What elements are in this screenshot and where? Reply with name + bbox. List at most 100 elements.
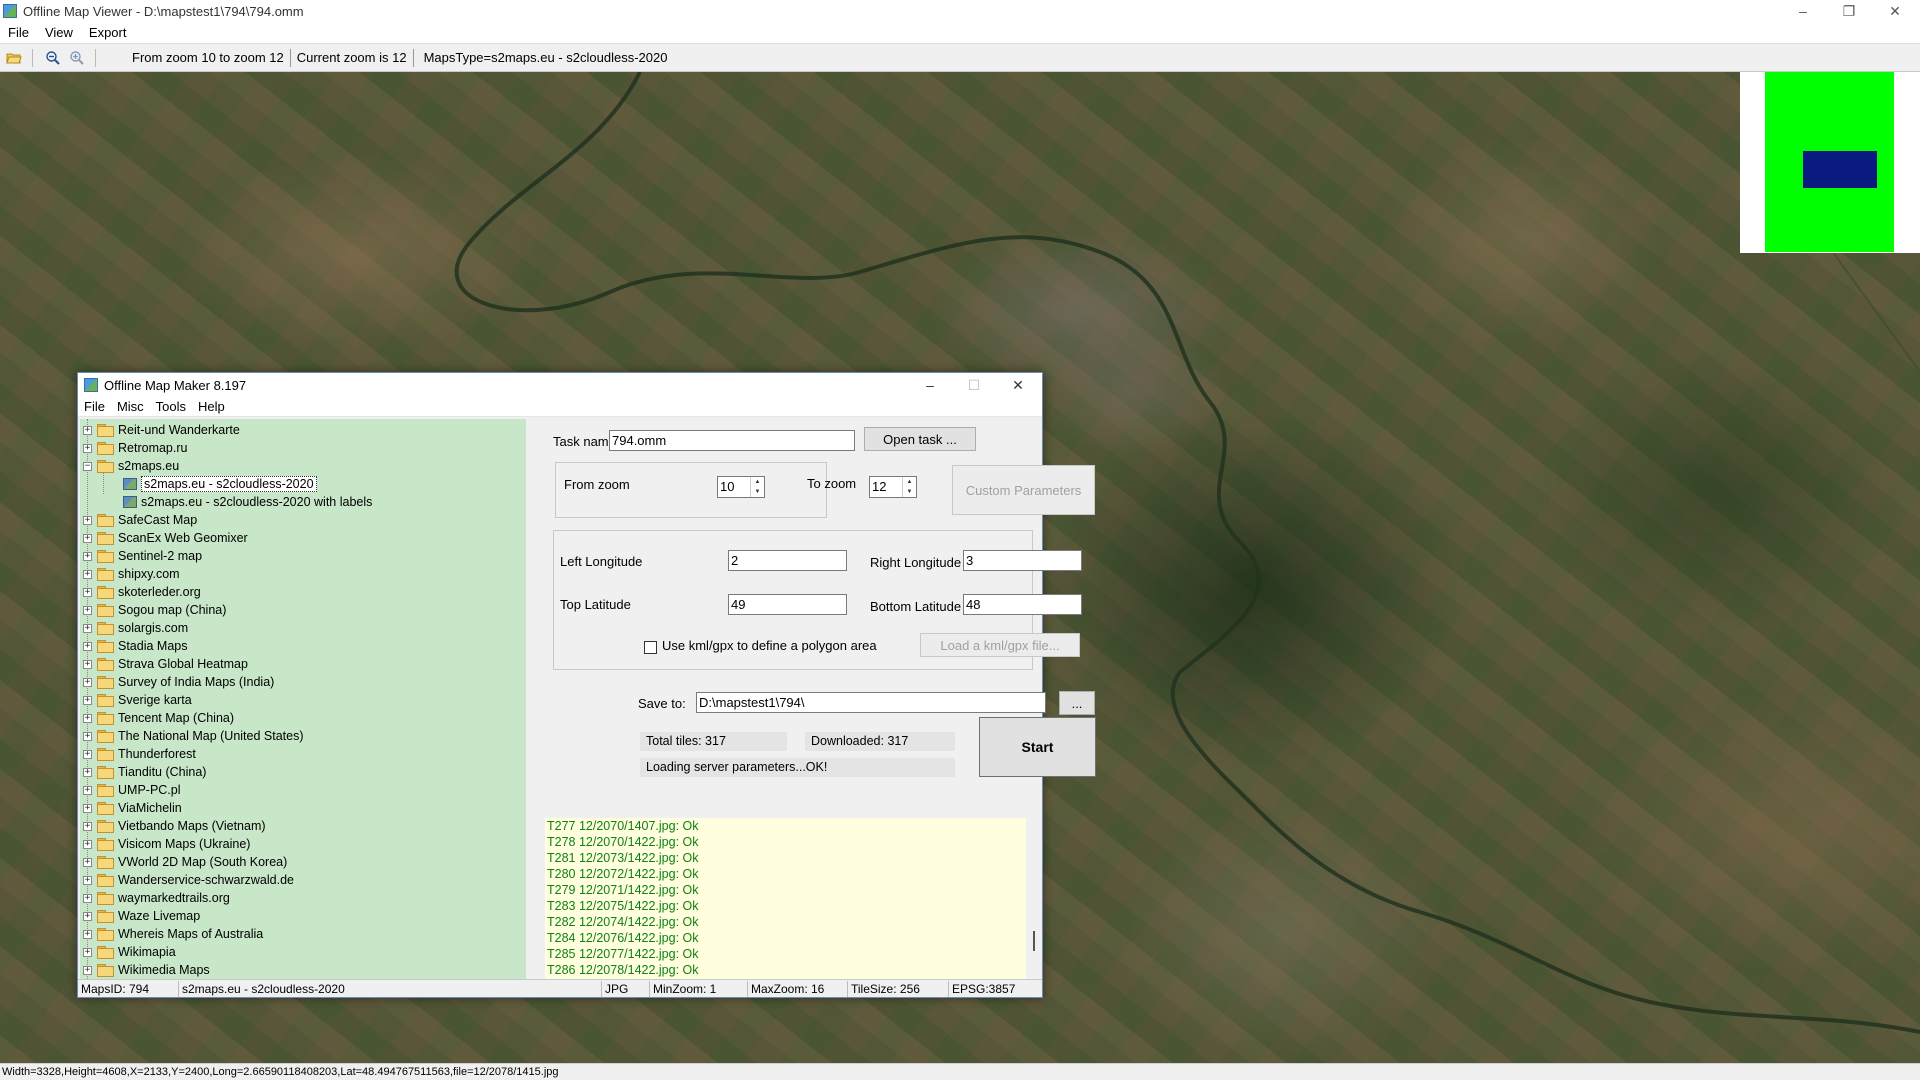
use-kml-checkbox[interactable]	[644, 641, 657, 654]
log-scrollbar[interactable]	[1026, 818, 1042, 979]
task-name-input[interactable]: 794.omm	[609, 430, 855, 451]
tree-item[interactable]: + Visicom Maps (Ukraine)	[83, 835, 250, 853]
expand-icon[interactable]: +	[83, 623, 92, 633]
tree-scrollbar[interactable]	[526, 419, 544, 979]
expand-icon[interactable]: +	[83, 947, 92, 957]
minimap-viewport[interactable]	[1803, 151, 1877, 188]
tree-item[interactable]: + Survey of India Maps (India)	[83, 673, 274, 691]
tree-item[interactable]: + Retromap.ru	[83, 439, 187, 457]
tree-item[interactable]: + SafeCast Map	[83, 511, 197, 529]
start-button[interactable]: Start	[979, 717, 1096, 777]
tree-item[interactable]: + Reit-und Wanderkarte	[83, 421, 240, 439]
expand-icon[interactable]: +	[83, 605, 92, 615]
spin-down-icon[interactable]: ▼	[751, 487, 764, 497]
tree-item[interactable]: + ViaMichelin	[83, 799, 182, 817]
expand-icon[interactable]: +	[83, 965, 92, 975]
tree-item[interactable]: + Whereis Maps of Australia	[83, 925, 263, 943]
left-longitude-input[interactable]: 2	[728, 550, 847, 571]
expand-icon[interactable]: +	[83, 875, 92, 885]
minimize-button[interactable]: –	[908, 373, 952, 397]
menu-file[interactable]: File	[78, 399, 111, 414]
expand-icon[interactable]: +	[83, 569, 92, 579]
menu-export[interactable]: Export	[81, 25, 135, 40]
tree-item[interactable]: + Wikimapia	[83, 943, 176, 961]
expand-icon[interactable]: +	[83, 587, 92, 597]
expand-icon[interactable]: +	[83, 803, 92, 813]
expand-icon[interactable]: +	[83, 443, 92, 453]
expand-icon[interactable]: +	[83, 785, 92, 795]
tree-item[interactable]: + VWorld 2D Map (South Korea)	[83, 853, 287, 871]
collapse-icon[interactable]: −	[83, 461, 92, 471]
expand-icon[interactable]: +	[83, 857, 92, 867]
tree-item[interactable]: + Waze Livemap	[83, 907, 200, 925]
open-folder-icon[interactable]	[4, 48, 24, 68]
tree-item[interactable]: + Vietbando Maps (Vietnam)	[83, 817, 266, 835]
expand-icon[interactable]: +	[83, 551, 92, 561]
open-task-button[interactable]: Open task ...	[864, 427, 976, 451]
expand-icon[interactable]: +	[83, 731, 92, 741]
expand-icon[interactable]: +	[83, 839, 92, 849]
restore-button[interactable]: ❐	[1826, 0, 1872, 22]
log-scrollbar-thumb[interactable]	[1033, 931, 1035, 951]
expand-icon[interactable]: +	[83, 695, 92, 705]
tree-item[interactable]: + Sverige karta	[83, 691, 192, 709]
spin-up-icon[interactable]: ▲	[751, 477, 764, 487]
menu-view[interactable]: View	[37, 25, 81, 40]
spin-buttons[interactable]: ▲ ▼	[902, 477, 916, 497]
tree-item[interactable]: + ScanEx Web Geomixer	[83, 529, 248, 547]
tree-item[interactable]: + UMP-PC.pl	[83, 781, 181, 799]
tree-item[interactable]: s2maps.eu - s2cloudless-2020 with labels	[123, 493, 372, 511]
spin-down-icon[interactable]: ▼	[903, 487, 916, 497]
zoom-in-icon[interactable]	[67, 48, 87, 68]
tree-item[interactable]: s2maps.eu - s2cloudless-2020	[123, 475, 317, 493]
tree-item[interactable]: + Sentinel-2 map	[83, 547, 202, 565]
expand-icon[interactable]: +	[83, 533, 92, 543]
expand-icon[interactable]: +	[83, 515, 92, 525]
menu-file[interactable]: File	[0, 25, 37, 40]
custom-parameters-button[interactable]: Custom Parameters	[952, 465, 1095, 515]
expand-icon[interactable]: +	[83, 677, 92, 687]
browse-button[interactable]: ...	[1059, 691, 1095, 715]
save-to-input[interactable]: D:\mapstest1\794\	[696, 692, 1046, 713]
to-zoom-spinner[interactable]: 12 ▲ ▼	[869, 476, 917, 498]
tree-item[interactable]: + Wikimedia Maps	[83, 961, 210, 979]
tree-item[interactable]: + waymarkedtrails.org	[83, 889, 230, 907]
tree-item[interactable]: + Sogou map (China)	[83, 601, 226, 619]
expand-icon[interactable]: +	[83, 929, 92, 939]
tree-item[interactable]: + Tencent Map (China)	[83, 709, 234, 727]
tree-item[interactable]: + The National Map (United States)	[83, 727, 304, 745]
expand-icon[interactable]: +	[83, 659, 92, 669]
expand-icon[interactable]: +	[83, 821, 92, 831]
tree-item[interactable]: + Stadia Maps	[83, 637, 187, 655]
maximize-button[interactable]: ☐	[952, 373, 996, 397]
load-kml-button[interactable]: Load a kml/gpx file...	[920, 633, 1080, 657]
tree-item[interactable]: + Tianditu (China)	[83, 763, 206, 781]
tree-item[interactable]: − s2maps.eu	[83, 457, 179, 475]
expand-icon[interactable]: +	[83, 713, 92, 723]
expand-icon[interactable]: +	[83, 641, 92, 651]
spin-up-icon[interactable]: ▲	[903, 477, 916, 487]
minimize-button[interactable]: –	[1780, 0, 1826, 22]
minimap[interactable]	[1740, 72, 1920, 253]
expand-icon[interactable]: +	[83, 893, 92, 903]
tree-item[interactable]: + Strava Global Heatmap	[83, 655, 248, 673]
tree-item[interactable]: + shipxy.com	[83, 565, 180, 583]
expand-icon[interactable]: +	[83, 911, 92, 921]
map-source-tree[interactable]: + Reit-und Wanderkarte + Retromap.ru − s2maps…	[80, 419, 526, 979]
menu-misc[interactable]: Misc	[111, 399, 150, 414]
tree-item[interactable]: + Wanderservice-schwarzwald.de	[83, 871, 294, 889]
menu-help[interactable]: Help	[192, 399, 231, 414]
right-longitude-input[interactable]: 3	[963, 550, 1082, 571]
top-latitude-input[interactable]: 49	[728, 594, 847, 615]
tree-item[interactable]: + solargis.com	[83, 619, 188, 637]
close-button[interactable]: ✕	[1872, 0, 1918, 22]
from-zoom-spinner[interactable]: 10 ▲ ▼	[717, 476, 765, 498]
spin-buttons[interactable]: ▲ ▼	[750, 477, 764, 497]
tree-item[interactable]: + skoterleder.org	[83, 583, 201, 601]
download-log[interactable]: T277 12/2070/1407.jpg: Ok T278 12/2070/14…	[545, 818, 1026, 979]
expand-icon[interactable]: +	[83, 749, 92, 759]
expand-icon[interactable]: +	[83, 425, 92, 435]
zoom-out-icon[interactable]	[43, 48, 63, 68]
bottom-latitude-input[interactable]: 48	[963, 594, 1082, 615]
tree-item[interactable]: + Thunderforest	[83, 745, 196, 763]
